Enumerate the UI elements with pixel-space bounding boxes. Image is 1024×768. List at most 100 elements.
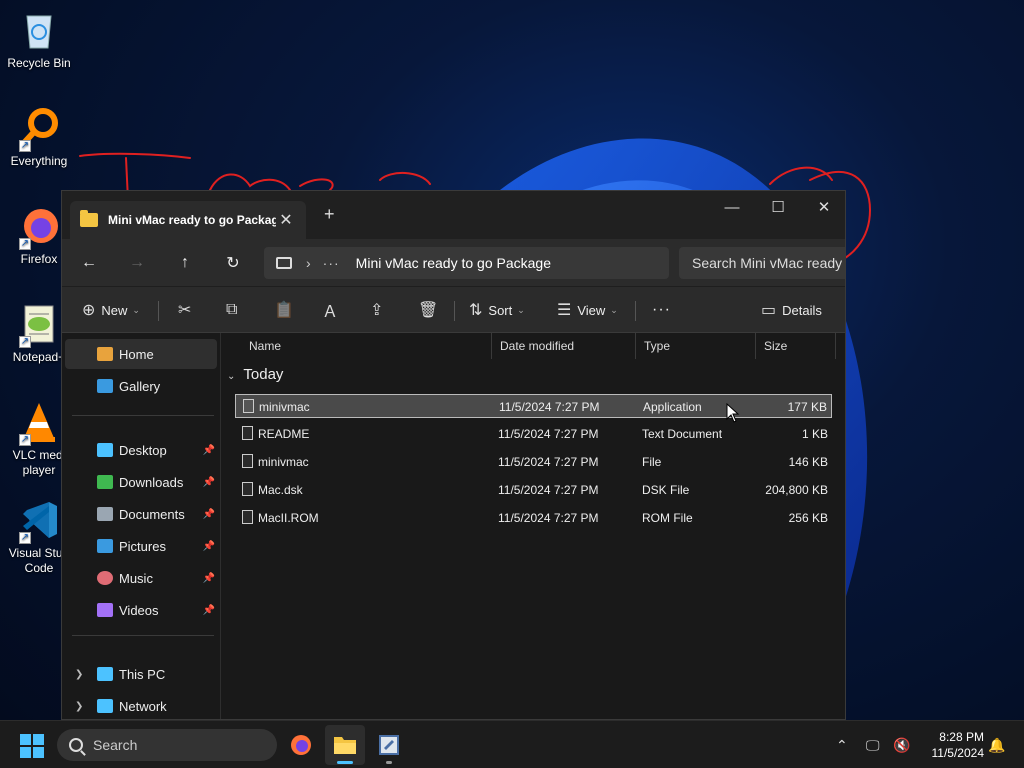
network-status[interactable]: 🖵: [866, 721, 880, 768]
refresh-button[interactable]: ↻: [218, 249, 248, 277]
search-icon: [69, 738, 83, 752]
search-input[interactable]: Search Mini vMac ready t: [679, 247, 845, 279]
back-button[interactable]: ←: [74, 249, 104, 277]
file-date: 11/5/2024 7:27 PM: [499, 400, 600, 414]
pin-icon[interactable]: 📌: [203, 445, 215, 456]
pin-icon[interactable]: 📌: [203, 573, 215, 584]
sidebar-item-home[interactable]: Home: [65, 339, 217, 369]
sidebar-item-pictures[interactable]: Pictures 📌: [65, 531, 217, 561]
file-size: 204,800 KB: [765, 483, 828, 497]
clock[interactable]: 8:28 PM 11/5/2024: [922, 729, 985, 761]
pin-icon[interactable]: 📌: [203, 477, 215, 488]
sidebar-item-music[interactable]: Music 📌: [65, 563, 217, 593]
sidebar-item-documents[interactable]: Documents 📌: [65, 499, 217, 529]
notifications-button[interactable]: 🔔: [988, 721, 1005, 768]
table-row[interactable]: README 11/5/2024 7:27 PM Text Document 1…: [235, 422, 832, 446]
scissors-icon: ✂: [178, 302, 192, 319]
copy-button[interactable]: ⧉: [226, 295, 243, 325]
share-button[interactable]: ⇪: [370, 295, 389, 325]
title-bar: Mini vMac ready to go Packag ✕ + — ☐ ✕: [62, 191, 845, 239]
file-explorer-window: Mini vMac ready to go Packag ✕ + — ☐ ✕ ←…: [61, 190, 846, 720]
desktop-icon-label-line2: Code: [24, 561, 54, 575]
minimize-button[interactable]: —: [709, 191, 755, 223]
table-row[interactable]: minivmac 11/5/2024 7:27 PM File 146 KB: [235, 450, 832, 474]
bell-icon: 🔔: [988, 736, 1006, 753]
details-pane-button[interactable]: ▭ Details: [761, 295, 822, 325]
close-button[interactable]: ✕: [801, 191, 845, 223]
group-label: Today: [243, 366, 284, 383]
folder-icon: [80, 210, 98, 227]
pin-icon[interactable]: 📌: [203, 541, 215, 552]
arrow-up-icon: ↑: [181, 254, 189, 271]
pin-icon[interactable]: 📌: [203, 509, 215, 520]
copy-icon: ⧉: [226, 301, 238, 318]
new-button[interactable]: ⊕ New ⌄: [82, 295, 140, 325]
paste-button[interactable]: 📋: [274, 295, 300, 325]
pictures-icon: [97, 539, 113, 553]
notepad-app-icon: [379, 735, 399, 755]
breadcrumb-current[interactable]: Mini vMac ready to go Package: [356, 255, 551, 271]
taskbar-file-explorer[interactable]: [325, 725, 365, 765]
sidebar-item-gallery[interactable]: Gallery: [65, 371, 217, 401]
show-hidden-icons-button[interactable]: ⌃: [836, 721, 848, 768]
sidebar-item-videos[interactable]: Videos 📌: [65, 595, 217, 625]
desktop-icon-everything[interactable]: ↗ Everything: [2, 106, 76, 169]
column-header-size[interactable]: Size: [756, 333, 836, 359]
new-tab-button[interactable]: +: [324, 204, 335, 225]
sidebar-item-desktop[interactable]: Desktop 📌: [65, 435, 217, 465]
column-header-type[interactable]: Type: [636, 333, 756, 359]
table-row[interactable]: MacII.ROM 11/5/2024 7:27 PM ROM File 256…: [235, 506, 832, 530]
start-button[interactable]: [20, 734, 44, 758]
clock-date: 11/5/2024: [931, 746, 985, 760]
sidebar-item-network[interactable]: ❯ Network: [65, 691, 217, 719]
file-list: Name Date modified Type Size ⌄ Today mini…: [221, 333, 845, 719]
file-type: Application: [643, 400, 702, 414]
maximize-button[interactable]: ☐: [755, 191, 801, 223]
tab-active[interactable]: Mini vMac ready to go Packag ✕: [70, 201, 306, 239]
share-icon: ⇪: [370, 302, 384, 319]
more-options-button[interactable]: ···: [652, 295, 671, 325]
shortcut-arrow-icon: ↗: [19, 238, 31, 250]
cut-button[interactable]: ✂: [178, 295, 197, 325]
table-row[interactable]: minivmac 11/5/2024 7:27 PM Application 1…: [235, 394, 832, 418]
view-button[interactable]: ☰ View ⌄: [557, 295, 618, 325]
sidebar-item-downloads[interactable]: Downloads 📌: [65, 467, 217, 497]
forward-button[interactable]: →: [122, 249, 152, 277]
taskbar-search[interactable]: Search: [57, 729, 277, 761]
sort-button[interactable]: ⇅ Sort ⌄: [469, 295, 525, 325]
column-header-date-modified[interactable]: Date modified: [492, 333, 636, 359]
sort-icon: ⇅: [469, 302, 483, 319]
file-type: ROM File: [642, 511, 693, 525]
column-header-name[interactable]: Name: [241, 333, 492, 359]
file-icon: [242, 482, 253, 496]
videos-icon: [97, 603, 113, 617]
vscode-icon: ↗: [17, 498, 61, 544]
taskbar-app[interactable]: [369, 725, 409, 765]
file-size: 177 KB: [787, 400, 827, 414]
chevron-up-icon: ⌃: [836, 736, 848, 753]
notepad-plus-plus-icon: ↗: [17, 302, 61, 348]
running-indicator: [386, 761, 392, 764]
taskbar-firefox[interactable]: [281, 725, 321, 765]
chevron-right-icon[interactable]: ❯: [75, 669, 83, 680]
volume-button[interactable]: 🔇: [893, 721, 910, 768]
delete-button[interactable]: 🗑: [418, 295, 444, 325]
desktop-icon-label: Recycle Bin: [7, 56, 71, 70]
chevron-right-icon[interactable]: ❯: [75, 701, 83, 712]
sidebar-item-this-pc[interactable]: ❯ This PC: [65, 659, 217, 689]
chevron-down-icon: ⌄: [227, 371, 236, 382]
navigation-pane: Home Gallery Desktop 📌 Downloads 📌 Docum…: [62, 333, 221, 719]
sidebar-item-label: Documents: [119, 506, 185, 522]
desktop-icon-recycle-bin[interactable]: Recycle Bin: [2, 8, 76, 71]
up-button[interactable]: ↑: [170, 249, 200, 277]
network-status-icon: 🖵: [866, 736, 880, 753]
breadcrumb[interactable]: › ··· Mini vMac ready to go Package: [264, 247, 669, 279]
tab-close-button[interactable]: ✕: [276, 210, 296, 230]
group-header-today[interactable]: ⌄ Today: [227, 366, 283, 383]
pin-icon[interactable]: 📌: [203, 605, 215, 616]
home-icon: [97, 347, 113, 361]
rename-button[interactable]: Ａ: [322, 295, 344, 325]
rename-icon: Ａ: [322, 304, 339, 321]
table-row[interactable]: Mac.dsk 11/5/2024 7:27 PM DSK File 204,8…: [235, 478, 832, 502]
breadcrumb-overflow-button[interactable]: ···: [323, 255, 340, 271]
